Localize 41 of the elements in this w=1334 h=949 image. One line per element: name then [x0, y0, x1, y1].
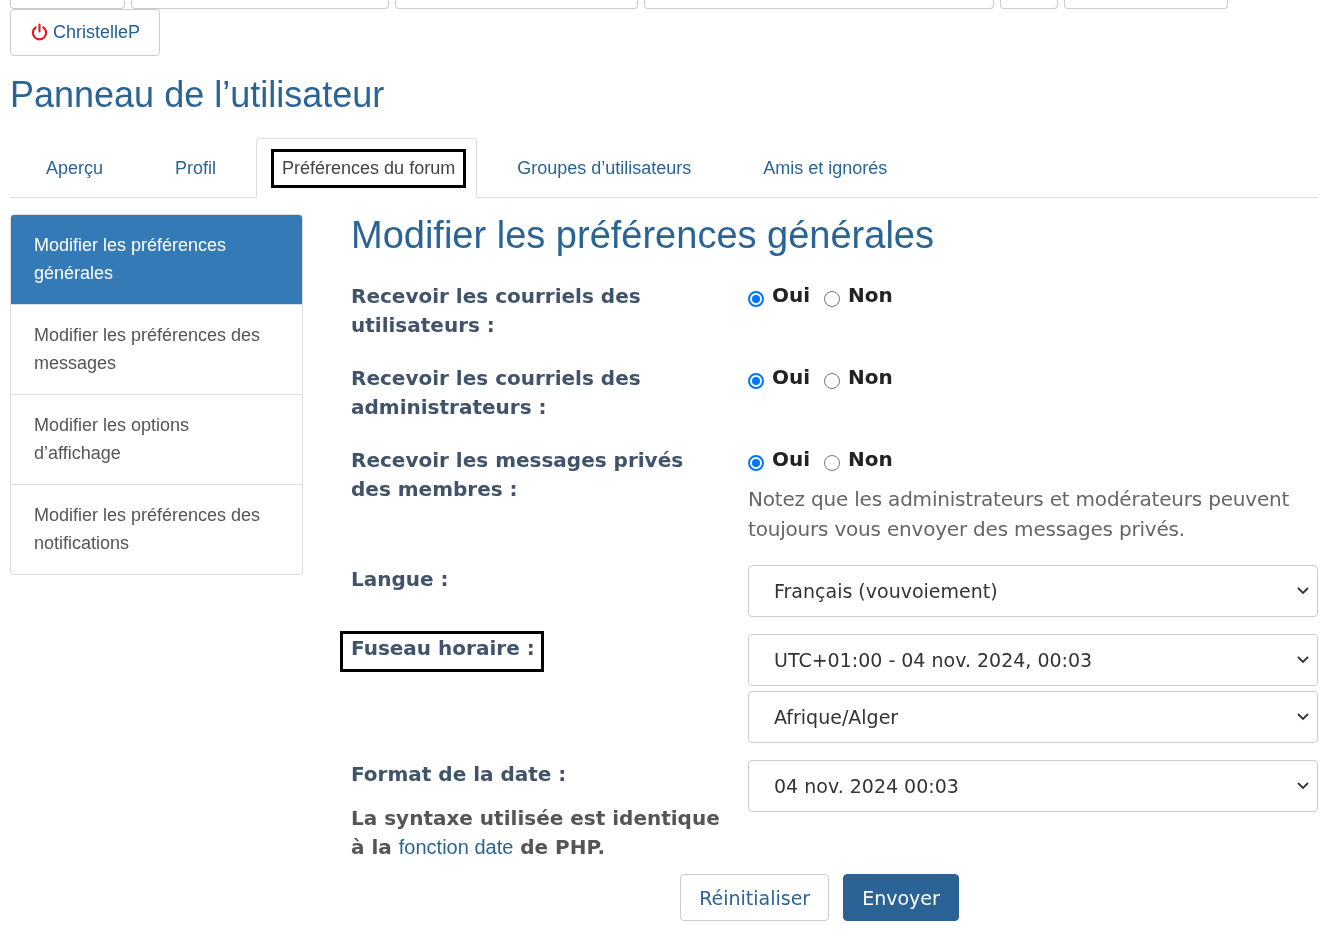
tab[interactable]: Groupes d’utilisateurs: [481, 138, 728, 198]
setting-label: Recevoir les courriels des administrateurs :: [350, 365, 642, 421]
chevron-icon: [1297, 713, 1309, 721]
radio-button[interactable]: [748, 291, 764, 307]
dropdown[interactable]: Afrique/Alger: [748, 691, 1318, 743]
radio-label: Oui: [772, 364, 811, 390]
setting-label: Format de la date :: [350, 761, 568, 788]
radio-label: Oui: [772, 446, 811, 472]
setting-label: Recevoir les courriels des utilisateurs :: [350, 283, 642, 339]
setting-label: Langue :: [350, 566, 450, 593]
chevron-icon: [1297, 656, 1309, 664]
setting-label: Recevoir les messages privés des membres :: [350, 447, 685, 503]
chevron-icon: [1297, 587, 1309, 595]
sidebar-item[interactable]: Modifier les options d’affichage: [11, 394, 302, 484]
dropdown[interactable]: Français (vouvoiement): [748, 565, 1318, 617]
tab[interactable]: Préférences du forum: [256, 138, 478, 198]
radio-label: Non: [848, 446, 893, 472]
radio-button[interactable]: [748, 373, 764, 389]
radio-label: Non: [848, 364, 893, 390]
tab[interactable]: Profil: [139, 138, 253, 198]
tab[interactable]: Amis et ignorés: [727, 138, 924, 198]
section-title: Modifier les préférences générales: [351, 214, 935, 256]
radio-label: Non: [848, 282, 893, 308]
help-text: La syntaxe utilisée est identique à la fonction date de PHP.: [351, 805, 721, 861]
form-button[interactable]: Envoyer: [843, 874, 959, 921]
page-title: Panneau de l’utilisateur: [10, 73, 386, 117]
radio-label: Oui: [772, 282, 811, 308]
dropdown[interactable]: 04 nov. 2024 00:03: [748, 760, 1318, 812]
form-button[interactable]: Réinitialiser: [680, 874, 830, 921]
note-text: Notez que les administrateurs et modérateurs peuvent toujours vous envoyer des messages privés.: [748, 486, 1291, 543]
tab[interactable]: Aperçu: [10, 138, 140, 198]
link[interactable]: fonction date: [398, 836, 514, 858]
setting-label: Fuseau horaire :: [340, 631, 544, 672]
power-icon: [30, 23, 49, 42]
sidebar-item[interactable]: Modifier les préférences des messages: [11, 304, 302, 394]
sidebar-item[interactable]: Modifier les préférences générales: [11, 215, 302, 304]
radio-button[interactable]: [748, 455, 764, 471]
dropdown[interactable]: UTC+01:00 - 04 nov. 2024, 00:03: [748, 634, 1318, 686]
chevron-icon: [1297, 782, 1309, 790]
user-button[interactable]: ChristelleP: [10, 9, 161, 56]
sidebar-item[interactable]: Modifier les préférences des notifications: [11, 484, 302, 574]
